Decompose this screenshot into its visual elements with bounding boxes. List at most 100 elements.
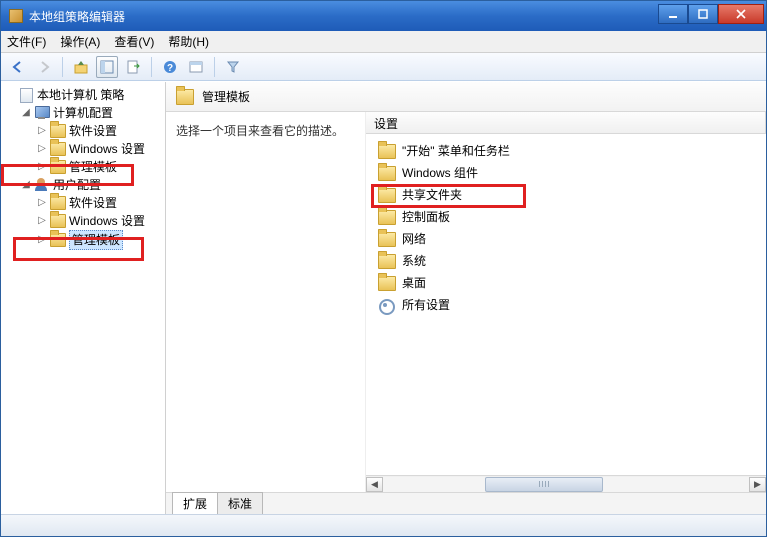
tree-label: 本地计算机 策略 xyxy=(37,86,124,104)
export-button[interactable] xyxy=(122,56,144,78)
twisty-icon[interactable]: ◢ xyxy=(21,104,31,122)
folder-icon xyxy=(50,233,66,247)
filter-button[interactable] xyxy=(222,56,244,78)
tree-uc-admin[interactable]: ▷ 管理模板 xyxy=(37,230,165,250)
folder-icon xyxy=(50,160,66,174)
help-icon: ? xyxy=(162,59,178,75)
list-item-all-settings[interactable]: 所有设置 xyxy=(366,294,766,316)
statusbar xyxy=(1,514,766,536)
show-tree-button[interactable] xyxy=(96,56,118,78)
column-settings[interactable]: 设置 xyxy=(366,112,766,133)
content-body: 选择一个项目来查看它的描述。 设置 "开始" 菜单和任务栏 Windows 组件… xyxy=(166,112,766,492)
folder-up-icon xyxy=(73,59,89,75)
scroll-left-button[interactable]: ◀ xyxy=(366,477,383,492)
scroll-track[interactable] xyxy=(383,477,749,492)
policy-tree[interactable]: 本地计算机 策略 ◢计算机配置 ▷软件设置 ▷Windows 设置 ▷管理模板 … xyxy=(5,86,165,250)
tab-extended[interactable]: 扩展 xyxy=(172,492,218,514)
twisty-icon[interactable]: ▷ xyxy=(37,140,47,158)
list-item-shared-folders[interactable]: 共享文件夹 xyxy=(366,184,766,206)
minimize-icon xyxy=(668,9,678,19)
toolbar: ? xyxy=(1,53,766,81)
list-item-network[interactable]: 网络 xyxy=(366,228,766,250)
help-button[interactable]: ? xyxy=(159,56,181,78)
item-label: 网络 xyxy=(402,230,426,248)
tree-uc-software[interactable]: ▷ 软件设置 xyxy=(37,194,165,212)
tree-root[interactable]: 本地计算机 策略 ◢计算机配置 ▷软件设置 ▷Windows 设置 ▷管理模板 … xyxy=(5,86,165,250)
item-label: 所有设置 xyxy=(402,296,450,314)
close-icon xyxy=(735,9,747,19)
folder-icon xyxy=(378,188,396,203)
view-tabs: 扩展 标准 xyxy=(166,492,766,514)
item-label: 桌面 xyxy=(402,274,426,292)
list-item-windows-components[interactable]: Windows 组件 xyxy=(366,162,766,184)
twisty-icon[interactable]: ◢ xyxy=(21,176,31,194)
list-item-system[interactable]: 系统 xyxy=(366,250,766,272)
funnel-icon xyxy=(225,59,241,75)
list-header[interactable]: 设置 xyxy=(366,112,766,134)
tree-cc-windows[interactable]: ▷Windows 设置 xyxy=(37,140,165,158)
content-title: 管理模板 xyxy=(202,88,250,105)
menu-view[interactable]: 查看(V) xyxy=(114,33,154,50)
menu-help[interactable]: 帮助(H) xyxy=(168,33,209,50)
separator xyxy=(214,57,215,77)
folder-icon xyxy=(378,232,396,247)
menubar: 文件(F) 操作(A) 查看(V) 帮助(H) xyxy=(1,31,766,53)
menu-file[interactable]: 文件(F) xyxy=(7,33,46,50)
folder-icon xyxy=(378,144,396,159)
arrow-left-icon xyxy=(10,59,26,75)
twisty-icon[interactable]: ▷ xyxy=(37,231,47,249)
tree-pane[interactable]: 本地计算机 策略 ◢计算机配置 ▷软件设置 ▷Windows 设置 ▷管理模板 … xyxy=(1,82,166,514)
tree-user-config[interactable]: ◢ 用户配置 ▷ 软件设置 ▷ Windows 设置 ▷ 管理模板 xyxy=(21,176,165,250)
list-item-start-taskbar[interactable]: "开始" 菜单和任务栏 xyxy=(366,140,766,162)
twisty-icon[interactable]: ▷ xyxy=(37,212,47,230)
tree-label: 计算机配置 xyxy=(53,104,113,122)
scroll-thumb[interactable] xyxy=(485,477,602,492)
titlebar[interactable]: 本地组策略编辑器 xyxy=(1,1,766,31)
grip-icon xyxy=(539,481,549,487)
arrow-right-icon xyxy=(36,59,52,75)
list-item-control-panel[interactable]: 控制面板 xyxy=(366,206,766,228)
folder-icon xyxy=(50,196,66,210)
tree-label: 管理模板 xyxy=(69,158,117,176)
tree-cc-admin[interactable]: ▷ 管理模板 xyxy=(37,158,165,176)
menu-action[interactable]: 操作(A) xyxy=(60,33,100,50)
folder-icon xyxy=(50,214,66,228)
tree-uc-windows[interactable]: ▷ Windows 设置 xyxy=(37,212,165,230)
twisty-icon[interactable]: ▷ xyxy=(37,194,47,212)
minimize-button[interactable] xyxy=(658,4,688,24)
item-label: 系统 xyxy=(402,252,426,270)
user-icon xyxy=(34,178,50,192)
maximize-icon xyxy=(698,9,708,19)
window-title: 本地组策略编辑器 xyxy=(29,8,658,25)
tree-label: Windows 设置 xyxy=(69,212,145,230)
computer-icon xyxy=(34,106,50,120)
list-body[interactable]: "开始" 菜单和任务栏 Windows 组件 共享文件夹 控制面板 网络 系统 … xyxy=(366,134,766,475)
tab-standard[interactable]: 标准 xyxy=(217,492,263,514)
forward-button[interactable] xyxy=(33,56,55,78)
tree-label: 软件设置 xyxy=(69,194,117,212)
settings-list-column: 设置 "开始" 菜单和任务栏 Windows 组件 共享文件夹 控制面板 网络 … xyxy=(366,112,766,492)
tree-label: 用户配置 xyxy=(53,176,101,194)
scroll-right-button[interactable]: ▶ xyxy=(749,477,766,492)
twisty-icon[interactable]: ▷ xyxy=(37,122,47,140)
back-button[interactable] xyxy=(7,56,29,78)
policy-icon xyxy=(18,88,34,102)
maximize-button[interactable] xyxy=(688,4,718,24)
item-label: 控制面板 xyxy=(402,208,450,226)
twisty-icon[interactable]: ▷ xyxy=(37,158,47,176)
content-pane: 管理模板 选择一个项目来查看它的描述。 设置 "开始" 菜单和任务栏 Windo… xyxy=(166,82,766,514)
tree-cc-software[interactable]: ▷软件设置 xyxy=(37,122,165,140)
horizontal-scrollbar[interactable]: ◀ ▶ xyxy=(366,475,766,492)
list-item-desktop[interactable]: 桌面 xyxy=(366,272,766,294)
close-button[interactable] xyxy=(718,4,764,24)
properties-button[interactable] xyxy=(185,56,207,78)
main-area: 本地计算机 策略 ◢ 计算机配置 ▷ 软件设置 ▷ Windows 设置 ▷ 管理模板 … xyxy=(1,81,766,514)
separator xyxy=(62,57,63,77)
tree-computer-config[interactable]: ◢ 计算机配置 ▷软件设置 ▷Windows 设置 ▷ 管理模板 xyxy=(21,104,165,176)
folder-icon xyxy=(378,210,396,225)
window-buttons xyxy=(658,9,764,24)
tree-label: 管理模板 xyxy=(69,230,123,250)
folder-icon xyxy=(50,142,66,156)
item-label: 共享文件夹 xyxy=(402,186,462,204)
up-button[interactable] xyxy=(70,56,92,78)
